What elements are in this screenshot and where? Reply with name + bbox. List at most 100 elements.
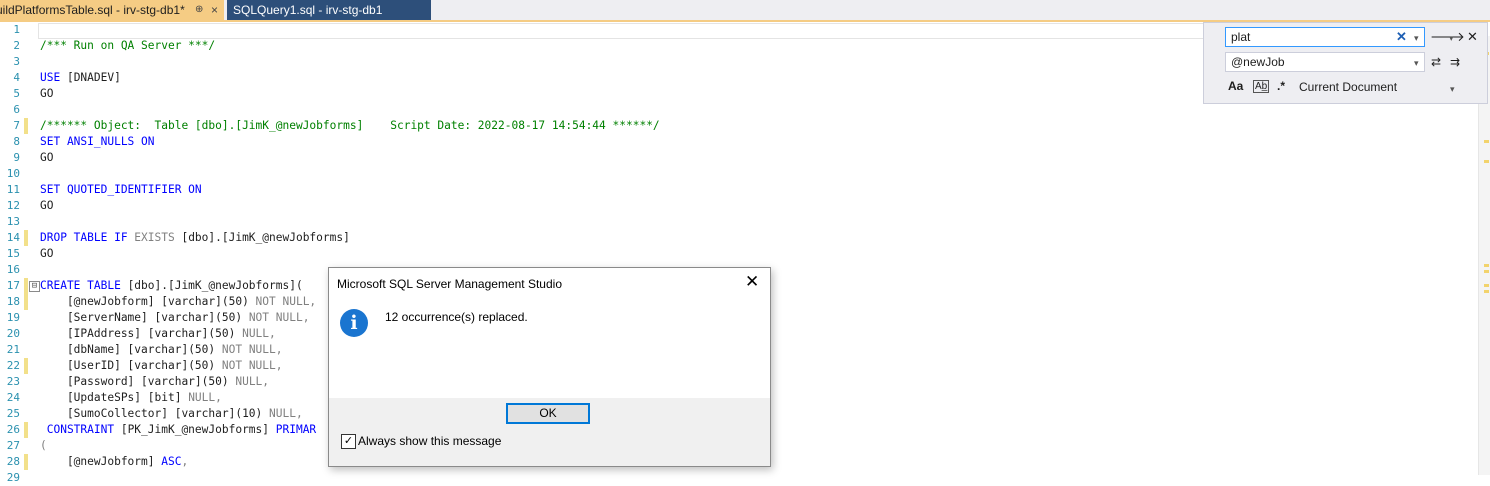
code-line-12: GO [40, 199, 54, 212]
change-marker [24, 358, 28, 374]
scope-dropdown-icon[interactable]: ▾ [1450, 80, 1455, 98]
line-number: 25 [6, 407, 20, 420]
dialog-body: i 12 occurrence(s) replaced. [329, 298, 770, 398]
clear-search-icon[interactable]: ✕ [1396, 28, 1407, 46]
line-number: 26 [6, 423, 20, 436]
line-number: 5 [13, 87, 20, 100]
match-whole-word-icon[interactable]: Ab̲ [1253, 80, 1270, 93]
change-marker [24, 278, 28, 294]
change-marker [24, 230, 28, 246]
use-regex-icon[interactable]: .* [1277, 79, 1285, 93]
close-find-icon[interactable]: ✕ [1467, 28, 1478, 46]
replace-next-icon[interactable]: ⇄ [1431, 53, 1441, 71]
line-number: 15 [6, 247, 20, 260]
code-line-18: [@newJobform] [varchar](50) NOT NULL, [40, 295, 317, 308]
change-marker [24, 294, 28, 310]
always-show-checkbox[interactable]: ✓ [341, 434, 356, 449]
tab-buildplatformstable[interactable]: uildPlatformsTable.sql - irv-stg-db1* ⊕ … [0, 0, 224, 20]
line-number: 24 [6, 391, 20, 404]
find-options-dropdown-icon[interactable]: ▾ [1449, 29, 1454, 47]
line-number: 1 [13, 23, 20, 36]
search-input[interactable]: plat [1225, 27, 1425, 47]
line-number: 10 [6, 167, 20, 180]
line-number: 28 [6, 455, 20, 468]
ok-button[interactable]: OK [506, 403, 590, 424]
line-number: 13 [6, 215, 20, 228]
info-icon: i [340, 309, 368, 337]
code-line-20: [IPAddress] [varchar](50) NULL, [40, 327, 276, 340]
line-number: 4 [13, 71, 20, 84]
line-number: 2 [13, 39, 20, 52]
document-tab-strip: uildPlatformsTable.sql - irv-stg-db1* ⊕ … [0, 0, 1490, 22]
code-line-11: SET QUOTED_IDENTIFIER ON [40, 183, 202, 196]
code-line-28: [@newJobform] ASC, [40, 455, 189, 468]
tab-sqlquery1[interactable]: SQLQuery1.sql - irv-stg-db1 [227, 0, 431, 20]
code-line-2: /*** Run on QA Server ***/ [40, 39, 216, 52]
code-line-21: [dbName] [varchar](50) NOT NULL, [40, 343, 283, 356]
collapse-region-icon[interactable]: ⊟ [29, 281, 40, 292]
line-number: 18 [6, 295, 20, 308]
dialog-title-bar: Microsoft SQL Server Management Studio ✕ [329, 268, 770, 298]
replace-all-icon[interactable]: ⇉ [1450, 53, 1460, 71]
tab-close-icon[interactable]: × [211, 0, 218, 20]
dialog-title: Microsoft SQL Server Management Studio [337, 277, 562, 291]
line-number: 14 [6, 231, 20, 244]
search-scope-label[interactable]: Current Document [1299, 78, 1397, 96]
code-line-14: DROP TABLE IF EXISTS [dbo].[JimK_@newJob… [40, 231, 350, 244]
line-number: 27 [6, 439, 20, 452]
code-line-26: CONSTRAINT [PK_JimK_@newJobforms] PRIMAR [40, 423, 317, 436]
line-number: 23 [6, 375, 20, 388]
scroll-marker [1484, 290, 1489, 293]
code-line-7: /****** Object: Table [dbo].[JimK_@newJo… [40, 119, 660, 132]
code-line-23: [Password] [varchar](50) NULL, [40, 375, 270, 388]
tab-title: SQLQuery1.sql - irv-stg-db1 [233, 3, 383, 17]
code-line-5: GO [40, 87, 54, 100]
dialog-close-icon[interactable]: ✕ [745, 272, 759, 292]
change-marker [24, 422, 28, 438]
line-number: 8 [13, 135, 20, 148]
line-number: 7 [13, 119, 20, 132]
code-line-22: [UserID] [varchar](50) NOT NULL, [40, 359, 283, 372]
code-line-9: GO [40, 151, 54, 164]
tab-title: uildPlatformsTable.sql - irv-stg-db1* [0, 3, 185, 17]
line-number-gutter: 1 2 3 4 5 6 7 8 9 10 11 12 13 14 15 16 17 18 19 20 21 22 23 24 2… [0, 22, 22, 484]
find-replace-panel: plat ✕ ▾ 🡒 ▾ ✕ @newJob ▾ ⇄ ⇉ Aa Ab̲ .* C… [1203, 22, 1488, 104]
line-number: 17 [6, 279, 20, 292]
line-number: 12 [6, 199, 20, 212]
code-line-25: [SumoCollector] [varchar](10) NULL, [40, 407, 303, 420]
replace-input[interactable]: @newJob [1225, 52, 1425, 72]
search-history-dropdown-icon[interactable]: ▾ [1414, 29, 1419, 47]
current-line-highlight [38, 23, 1210, 39]
code-line-17: CREATE TABLE [dbo].[JimK_@newJobforms]( [40, 279, 303, 292]
scroll-marker [1484, 140, 1489, 143]
dialog-message: 12 occurrence(s) replaced. [385, 310, 528, 324]
line-number: 6 [13, 103, 20, 116]
line-number: 11 [6, 183, 20, 196]
code-line-24: [UpdateSPs] [bit] NULL, [40, 391, 222, 404]
line-number: 9 [13, 151, 20, 164]
replace-history-dropdown-icon[interactable]: ▾ [1414, 54, 1419, 72]
change-marker [24, 118, 28, 134]
code-line-8: SET ANSI_NULLS ON [40, 135, 155, 148]
message-dialog: Microsoft SQL Server Management Studio ✕… [328, 267, 771, 467]
code-line-19: [ServerName] [varchar](50) NOT NULL, [40, 311, 310, 324]
code-line-4: USE [DNADEV] [40, 71, 121, 84]
line-number: 19 [6, 311, 20, 324]
match-case-icon[interactable]: Aa [1228, 79, 1243, 93]
scroll-marker [1484, 160, 1489, 163]
always-show-label[interactable]: Always show this message [358, 434, 501, 448]
line-number: 20 [6, 327, 20, 340]
line-number: 22 [6, 359, 20, 372]
code-line-27: ( [40, 439, 47, 452]
scroll-marker [1484, 270, 1489, 273]
change-marker [24, 454, 28, 470]
line-number: 3 [13, 55, 20, 68]
scroll-marker [1484, 264, 1489, 267]
line-number: 16 [6, 263, 20, 276]
find-next-icon[interactable]: 🡒 [1430, 28, 1465, 46]
code-line-15: GO [40, 247, 54, 260]
line-number: 21 [6, 343, 20, 356]
pin-icon[interactable]: ⊕ [195, 0, 203, 20]
scroll-marker [1484, 284, 1489, 287]
line-number: 29 [6, 471, 20, 484]
